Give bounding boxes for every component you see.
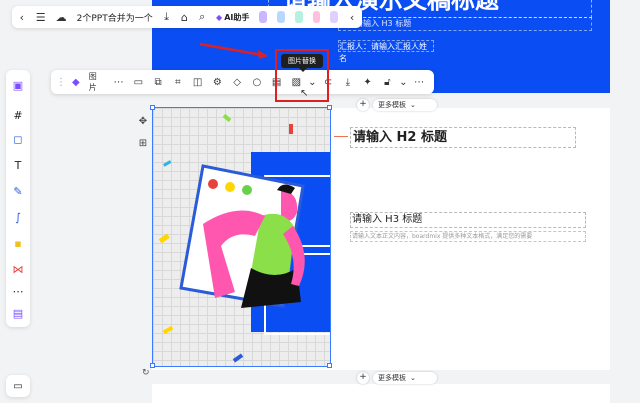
sticky-note-icon[interactable]: ▪ xyxy=(11,236,25,250)
replace-frame-icon[interactable]: ⧉ xyxy=(150,73,166,91)
image-toolbar: ⋮ ◆ 图片 ⋯ ▭ ⧉ ⌗ ◫ ⚙ ◇ ○ ▤ ▧ ⌄ ⊂ ⤓ ✦ 🔓︎ ⌄ … xyxy=(51,70,434,94)
add-slide-button[interactable]: + xyxy=(357,99,369,111)
chevron-down-icon: ⌄ xyxy=(410,374,416,382)
apps-icon[interactable]: ▤ xyxy=(11,306,25,320)
comment-icon[interactable]: ○ xyxy=(249,73,265,91)
h3-placeholder[interactable]: 请输入 H3 标题 xyxy=(350,212,586,228)
ai-logo-icon: ◆ xyxy=(216,12,223,22)
template-icon[interactable]: ▣ xyxy=(11,78,25,92)
menu-icon[interactable]: ☰ xyxy=(36,11,46,24)
resize-handle-tl[interactable] xyxy=(150,105,155,110)
more-templates-button-bottom[interactable]: 更多模板 ⌄ xyxy=(373,372,437,384)
add-slide-button-bottom[interactable]: + xyxy=(357,372,369,384)
lock-icon[interactable]: 🔓︎ xyxy=(380,73,396,91)
ai-assistant-button[interactable]: ◆ AI助手 xyxy=(216,12,249,23)
connector-icon[interactable]: ∫ xyxy=(11,210,25,224)
caption-icon[interactable]: ▭ xyxy=(131,73,147,91)
more-options-icon[interactable]: ⋯ xyxy=(411,73,427,91)
search-icon[interactable]: ⌕ xyxy=(198,10,206,23)
reporter-placeholder[interactable]: 汇报人：请输入汇报人姓名 xyxy=(338,40,434,63)
connector-line xyxy=(334,136,348,137)
slide-h3-placeholder[interactable]: 请输入 H3 标题 xyxy=(338,17,592,31)
plugin-icon[interactable] xyxy=(259,11,268,23)
ai-assistant-label: AI助手 xyxy=(224,12,250,22)
plugin-grid-icon[interactable] xyxy=(330,11,339,23)
more-templates-button[interactable]: 更多模板 ⌄ xyxy=(373,99,437,111)
image-type-label: 图片 xyxy=(88,72,97,92)
more-dots-icon[interactable]: ⋯ xyxy=(111,73,127,91)
settings-icon[interactable]: ⚙ xyxy=(210,73,226,91)
more-icon[interactable]: ⋯ xyxy=(11,284,25,298)
slide-next xyxy=(152,384,610,403)
rotate-icon[interactable]: ↻ xyxy=(142,368,150,378)
text-icon[interactable]: T xyxy=(11,158,25,172)
chevron-down-icon[interactable]: ⌄ xyxy=(399,73,407,91)
document-title[interactable]: 2个PPT合并为一个 xyxy=(77,11,153,24)
plugin-mindmap-icon[interactable] xyxy=(312,11,321,23)
h2-placeholder[interactable]: 请输入 H2 标题 xyxy=(350,127,576,148)
more-templates-label: 更多模板 xyxy=(378,374,406,382)
chevron-down-icon: ⌄ xyxy=(410,101,416,109)
plugin-share-icon[interactable] xyxy=(294,11,303,23)
shape-icon[interactable]: ◻ xyxy=(11,132,25,146)
pen-icon[interactable]: ✎ xyxy=(11,184,25,198)
present-icon[interactable]: ▭ xyxy=(6,375,30,397)
frame-icon[interactable]: # xyxy=(11,108,25,122)
tag-icon[interactable]: ⌂ xyxy=(181,11,189,24)
more-templates-label: 更多模板 xyxy=(378,101,406,109)
tag-icon[interactable]: ◇ xyxy=(229,73,245,91)
resize-handle-tr[interactable] xyxy=(327,105,332,110)
annotation-arrow xyxy=(199,42,268,59)
download-icon[interactable]: ⤓ xyxy=(163,10,171,23)
mindmap-icon[interactable]: ⋈ xyxy=(11,262,25,276)
move-icon[interactable]: ✥ xyxy=(136,114,150,128)
resize-handle-br[interactable] xyxy=(327,363,332,368)
drag-handle-icon[interactable]: ⋮ xyxy=(56,73,66,91)
share-icon[interactable]: ✦ xyxy=(360,73,376,91)
flip-icon[interactable]: ◫ xyxy=(190,73,206,91)
top-bar: ‹ ☰ ☁ 2个PPT合并为一个 ⤓ ⌂ ⌕ ◆ AI助手 ‹ xyxy=(12,6,362,28)
chevron-left-icon[interactable]: ‹ xyxy=(348,11,356,24)
ai-icon[interactable]: ◆ xyxy=(68,73,84,91)
body-placeholder[interactable]: 请输入文本正文内容，boardmix 提供多种文本格式，满足您的需要 xyxy=(350,231,586,242)
left-toolbar: ▣ # ◻ T ✎ ∫ ▪ ⋈ ⋯ ▤ xyxy=(6,70,30,327)
plugin-p-icon[interactable] xyxy=(277,11,285,23)
selected-image[interactable] xyxy=(152,107,331,367)
download-icon[interactable]: ⤓ xyxy=(340,73,356,91)
crop-icon[interactable]: ⌗ xyxy=(170,73,186,91)
illustration xyxy=(158,113,330,363)
resize-handle-bl[interactable] xyxy=(150,363,155,368)
layout-icon[interactable]: ⊞ xyxy=(136,136,150,150)
cursor-icon: ↖ xyxy=(300,88,309,99)
cloud-icon: ☁ xyxy=(55,10,67,24)
chevron-left-icon[interactable]: ‹ xyxy=(18,11,26,24)
